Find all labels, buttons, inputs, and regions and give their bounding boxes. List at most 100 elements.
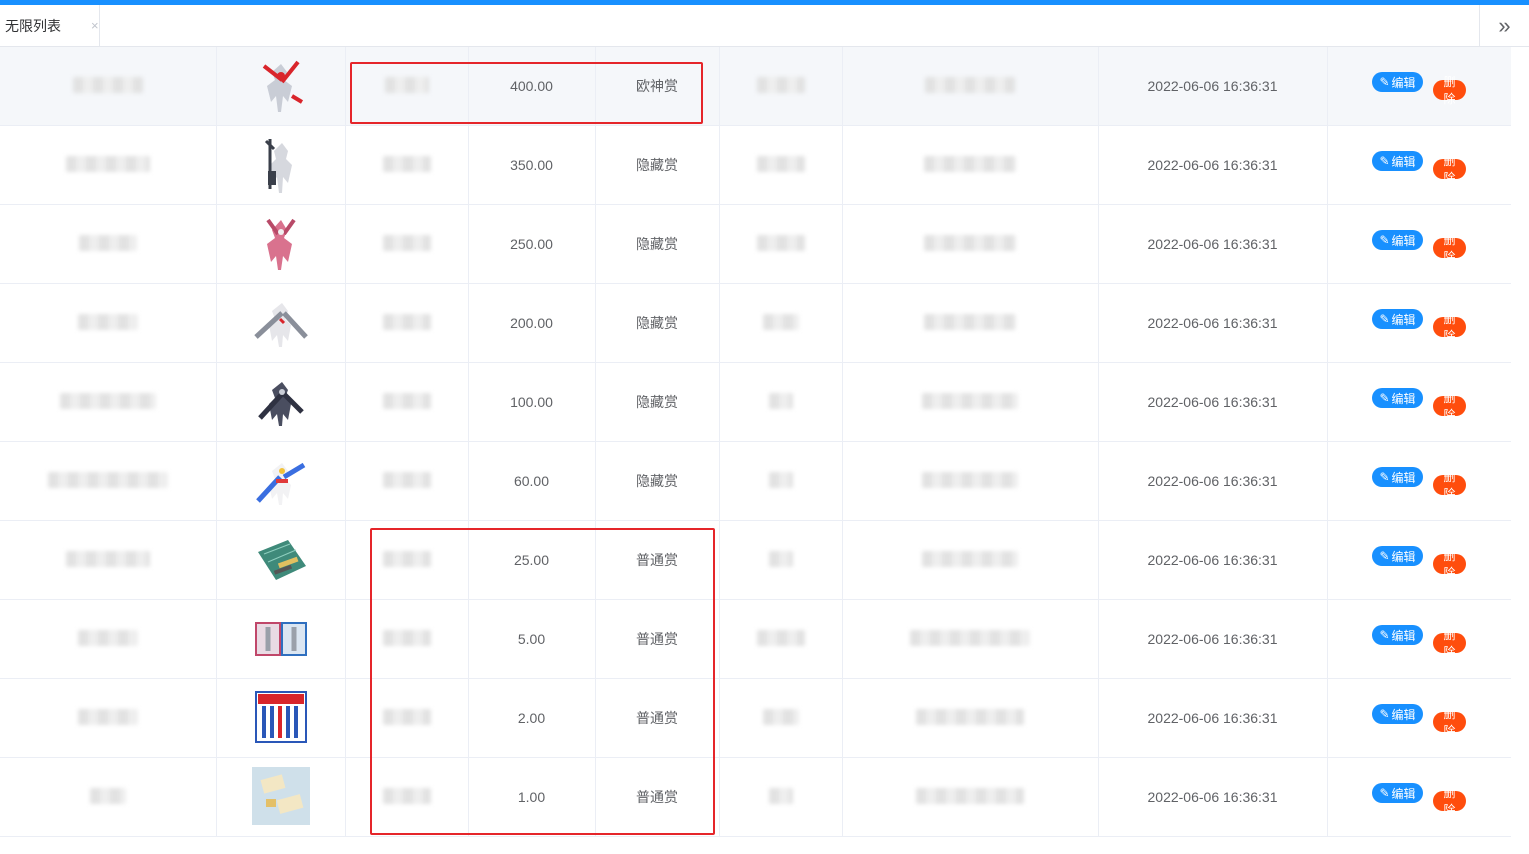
prize-image[interactable] (252, 214, 310, 272)
time-cell: 2022-06-06 16:36:31 (1098, 47, 1328, 126)
tier-text: 隐藏赏 (636, 394, 678, 410)
table-row: 25.00 普通赏 2022-06-06 16:36:31 ✎ 编辑 删除 (0, 520, 1512, 600)
table-row: 1.00 普通赏 2022-06-06 16:36:31 ✎ 编辑 删除 (0, 757, 1512, 837)
redacted-value (382, 155, 431, 172)
redacted-cell (842, 757, 1099, 837)
edit-button[interactable]: ✎ 编辑 (1372, 704, 1423, 724)
tab-close-icon[interactable]: × (91, 18, 99, 33)
redacted-cell (345, 520, 469, 600)
prize-image[interactable] (252, 688, 310, 746)
edit-button[interactable]: ✎ 编辑 (1372, 309, 1423, 329)
image-cell (216, 757, 346, 837)
delete-button[interactable]: 删除 (1433, 786, 1466, 817)
edit-button[interactable]: ✎ 编辑 (1372, 783, 1423, 803)
prize-image[interactable] (252, 530, 310, 588)
price-cell: 5.00 (468, 599, 596, 679)
image-cell (216, 283, 346, 363)
tier-text: 普通赏 (636, 710, 678, 726)
edit-button[interactable]: ✎ 编辑 (1372, 151, 1423, 171)
price-text: 250.00 (510, 236, 553, 252)
prize-image[interactable] (252, 451, 310, 509)
redacted-value (916, 708, 1024, 725)
redacted-name (77, 708, 138, 725)
redacted-cell (842, 283, 1099, 363)
edit-button[interactable]: ✎ 编辑 (1372, 388, 1423, 408)
delete-button[interactable]: 删除 (1433, 707, 1466, 738)
pencil-icon: ✎ (1379, 786, 1390, 800)
created-time: 2022-06-06 16:36:31 (1147, 78, 1278, 94)
table-row: 400.00 欧神赏 2022-06-06 16:36:31 ✎ 编辑 删除 (0, 47, 1512, 126)
edit-button-label: 编辑 (1391, 312, 1416, 327)
tier-text: 隐藏赏 (636, 473, 678, 489)
redacted-cell (719, 520, 843, 600)
pencil-icon: ✎ (1379, 154, 1390, 168)
price-text: 1.00 (517, 789, 546, 805)
price-text: 400.00 (510, 78, 553, 94)
redacted-value (922, 550, 1018, 567)
tier-text: 隐藏赏 (636, 157, 678, 173)
prize-image[interactable] (252, 135, 310, 193)
redacted-cell (719, 125, 843, 205)
edit-button[interactable]: ✎ 编辑 (1372, 72, 1423, 92)
time-cell: 2022-06-06 16:36:31 (1098, 678, 1328, 758)
redacted-cell (345, 47, 469, 126)
delete-button[interactable]: 删除 (1433, 312, 1466, 343)
delete-button[interactable]: 删除 (1433, 391, 1466, 422)
delete-button[interactable]: 删除 (1433, 628, 1466, 659)
redacted-value (924, 234, 1016, 251)
redacted-value (910, 629, 1030, 646)
redacted-name (59, 392, 156, 409)
delete-button[interactable]: 删除 (1433, 470, 1466, 501)
prize-image[interactable] (252, 56, 310, 114)
tier-cell: 普通赏 (595, 520, 720, 600)
prize-image[interactable] (252, 609, 310, 667)
tier-cell: 隐藏赏 (595, 362, 720, 442)
pencil-icon: ✎ (1379, 75, 1390, 89)
delete-button-label: 删除 (1443, 628, 1456, 659)
prize-image[interactable] (252, 293, 310, 351)
name-cell (0, 283, 217, 363)
price-text: 350.00 (510, 157, 553, 173)
prize-image[interactable] (251, 766, 310, 825)
created-time: 2022-06-06 16:36:31 (1147, 157, 1278, 173)
delete-button-label: 删除 (1443, 786, 1456, 817)
delete-button[interactable]: 删除 (1433, 233, 1466, 264)
edit-button-label: 编辑 (1391, 391, 1416, 406)
redacted-value (382, 471, 431, 488)
delete-button-label: 删除 (1443, 470, 1456, 501)
redacted-cell (719, 678, 843, 758)
redacted-value (924, 155, 1016, 172)
time-cell: 2022-06-06 16:36:31 (1098, 520, 1328, 600)
edit-button[interactable]: ✎ 编辑 (1372, 546, 1423, 566)
time-cell: 2022-06-06 16:36:31 (1098, 757, 1328, 837)
delete-button[interactable]: 删除 (1433, 549, 1466, 580)
actions-cell: ✎ 编辑 删除 (1327, 520, 1512, 600)
edit-button[interactable]: ✎ 编辑 (1372, 625, 1423, 645)
delete-button[interactable]: 删除 (1433, 154, 1466, 185)
actions-cell: ✎ 编辑 删除 (1327, 283, 1512, 363)
actions-cell: ✎ 编辑 删除 (1327, 47, 1512, 126)
redacted-name (78, 234, 137, 251)
tier-cell: 隐藏赏 (595, 283, 720, 363)
tier-cell: 隐藏赏 (595, 125, 720, 205)
actions-cell: ✎ 编辑 删除 (1327, 757, 1512, 837)
name-cell (0, 47, 217, 126)
delete-button[interactable]: 删除 (1433, 75, 1466, 106)
delete-button-label: 删除 (1443, 549, 1456, 580)
redacted-cell (842, 599, 1099, 679)
pencil-icon: ✎ (1379, 707, 1390, 721)
tab-infinite-list[interactable]: 无限列表 × (0, 5, 100, 46)
image-cell (216, 125, 346, 205)
image-cell (216, 599, 346, 679)
tier-text: 欧神赏 (636, 78, 678, 94)
prize-table: 400.00 欧神赏 2022-06-06 16:36:31 ✎ 编辑 删除 350.00 隐… (0, 47, 1512, 837)
prize-image[interactable] (252, 372, 310, 430)
edit-button[interactable]: ✎ 编辑 (1372, 467, 1423, 487)
double-chevron-right-icon[interactable]: » (1479, 5, 1529, 46)
delete-button-label: 删除 (1443, 312, 1456, 343)
redacted-value (768, 392, 793, 409)
redacted-value (756, 76, 805, 93)
price-text: 2.00 (517, 710, 546, 726)
edit-button[interactable]: ✎ 编辑 (1372, 230, 1423, 250)
redacted-value (768, 550, 793, 567)
